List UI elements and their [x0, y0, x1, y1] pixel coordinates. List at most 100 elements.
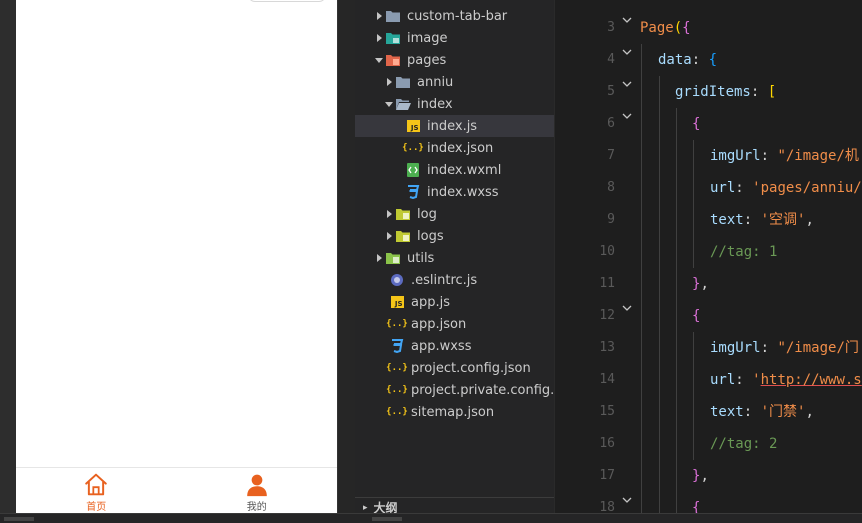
tree-item-app-json[interactable]: {..} app.json: [355, 313, 554, 335]
token-bracket: {: [692, 308, 701, 324]
fold-chevron-icon[interactable]: [621, 36, 633, 68]
token-bracket: {: [692, 500, 701, 513]
line-number: 9: [607, 212, 615, 227]
code-line-16: //tag: 2: [710, 428, 777, 460]
code-line-13: imgUrl: "/image/门: [710, 332, 859, 364]
tree-item-utils[interactable]: utils: [355, 247, 554, 269]
line-number: 13: [599, 340, 615, 355]
tree-item-pages[interactable]: pages: [355, 49, 554, 71]
simulator-left-gutter: [0, 0, 16, 513]
token-punctuation: :: [760, 148, 778, 164]
token-key: text: [710, 404, 744, 420]
panel-divider[interactable]: [337, 0, 355, 513]
tree-item-index-js[interactable]: JS index.js: [355, 115, 554, 137]
indent-guide: [659, 76, 660, 513]
fold-chevron-icon[interactable]: [621, 4, 633, 36]
code-line-5: gridItems: [: [675, 76, 776, 108]
user-icon: [246, 474, 267, 497]
token-key: gridItems: [675, 84, 751, 100]
capsule-button[interactable]: [248, 0, 326, 2]
code-editor[interactable]: 3 4 5 6 7 8 9 10 11 12 13 14 15 16 17 18…: [554, 0, 862, 513]
code-line-6: {: [692, 108, 700, 140]
tree-item-label: logs: [417, 228, 444, 244]
tree-item-logs[interactable]: logs: [355, 225, 554, 247]
js-file-icon: JS: [405, 118, 421, 134]
token-string: 'pages/anniu/: [752, 180, 862, 196]
json-file-icon: {..}: [386, 363, 408, 373]
tree-item-app-js[interactable]: JS app.js: [355, 291, 554, 313]
fold-chevron-icon[interactable]: [621, 68, 633, 100]
tree-item-log[interactable]: log: [355, 203, 554, 225]
tree-item-label: app.wxss: [411, 338, 472, 354]
chevron-right-icon: [383, 71, 395, 93]
tree-item-app-wxss[interactable]: app.wxss: [355, 335, 554, 357]
chevron-right-icon: [383, 203, 395, 225]
tab-mine[interactable]: 我的: [177, 468, 338, 513]
log-folder-icon: [395, 206, 411, 222]
code-line-12: {: [692, 300, 700, 332]
line-number: 8: [607, 180, 615, 195]
code-line-4: data: {: [658, 44, 717, 76]
line-number: 4: [607, 52, 615, 67]
status-strip: [0, 513, 862, 523]
phone-simulator[interactable]: 首页 我的: [16, 0, 337, 513]
indent-guide: [641, 44, 642, 513]
tree-item-eslintrc[interactable]: .eslintrc.js: [355, 269, 554, 291]
token-punctuation: ,: [805, 212, 814, 228]
indent-guide: [693, 140, 694, 268]
line-number: 12: [599, 308, 615, 323]
tree-item-label: index.wxml: [427, 162, 502, 178]
chevron-down-icon: [383, 93, 395, 115]
tab-home-label: 首页: [86, 502, 107, 513]
wxml-file-icon: [405, 162, 421, 178]
token-comment: //tag: 2: [710, 436, 778, 452]
token-key: imgUrl: [710, 340, 761, 356]
tree-item-label: index: [417, 96, 453, 112]
chevron-right-icon: [373, 27, 385, 49]
token-key: imgUrl: [710, 148, 761, 164]
tree-item-index-wxml[interactable]: index.wxml: [355, 159, 554, 181]
code-line-3: Page({: [640, 12, 691, 44]
chevron-down-icon: [373, 49, 385, 71]
tree-item-index-json[interactable]: {..} index.json: [355, 137, 554, 159]
tree-item-label: image: [407, 30, 448, 46]
line-number: 5: [607, 84, 615, 99]
line-number: 16: [599, 436, 615, 451]
tree-item-sitemap[interactable]: {..} sitemap.json: [355, 401, 554, 423]
line-number: 10: [599, 244, 615, 259]
token-comment: //tag: 1: [710, 244, 778, 260]
fold-chevron-icon[interactable]: [621, 292, 633, 324]
tree-item-label: pages: [407, 52, 447, 68]
tree-item-label: app.json: [411, 316, 467, 332]
status-strip-segment: [372, 517, 402, 521]
tab-home[interactable]: 首页: [16, 468, 177, 513]
token-punctuation: :: [760, 340, 778, 356]
token-punctuation: :: [691, 52, 709, 68]
code-line-18: {: [692, 492, 700, 513]
status-strip-segment: [4, 517, 34, 521]
pages-folder-icon: [385, 52, 401, 68]
tree-item-index-folder[interactable]: index: [355, 93, 554, 115]
tree-item-label: .eslintrc.js: [411, 272, 478, 288]
folder-icon: [395, 74, 411, 90]
tree-item-label: index.js: [427, 118, 478, 134]
tree-item-project-private-config[interactable]: {..} project.private.config.js...: [355, 379, 554, 401]
line-number: 17: [599, 468, 615, 483]
token-bracket: (: [673, 20, 683, 36]
line-number: 11: [599, 276, 615, 291]
chevron-right-icon: ▸: [363, 502, 368, 513]
fold-chevron-icon[interactable]: [621, 100, 633, 132]
chevron-right-icon: [383, 225, 395, 247]
token-url[interactable]: http://www.s: [761, 372, 862, 388]
tree-item-anniu[interactable]: anniu: [355, 71, 554, 93]
tree-item-index-wxss[interactable]: index.wxss: [355, 181, 554, 203]
eslint-file-icon: [389, 272, 405, 288]
fold-chevron-icon[interactable]: [621, 484, 633, 513]
json-file-icon: {..}: [386, 407, 408, 417]
folder-open-icon: [395, 96, 411, 112]
tree-item-custom-tab-bar[interactable]: custom-tab-bar: [355, 5, 554, 27]
line-number: 18: [599, 500, 615, 513]
tree-item-image[interactable]: image: [355, 27, 554, 49]
tree-item-label: project.private.config.js...: [411, 382, 554, 398]
tree-item-project-config[interactable]: {..} project.config.json: [355, 357, 554, 379]
